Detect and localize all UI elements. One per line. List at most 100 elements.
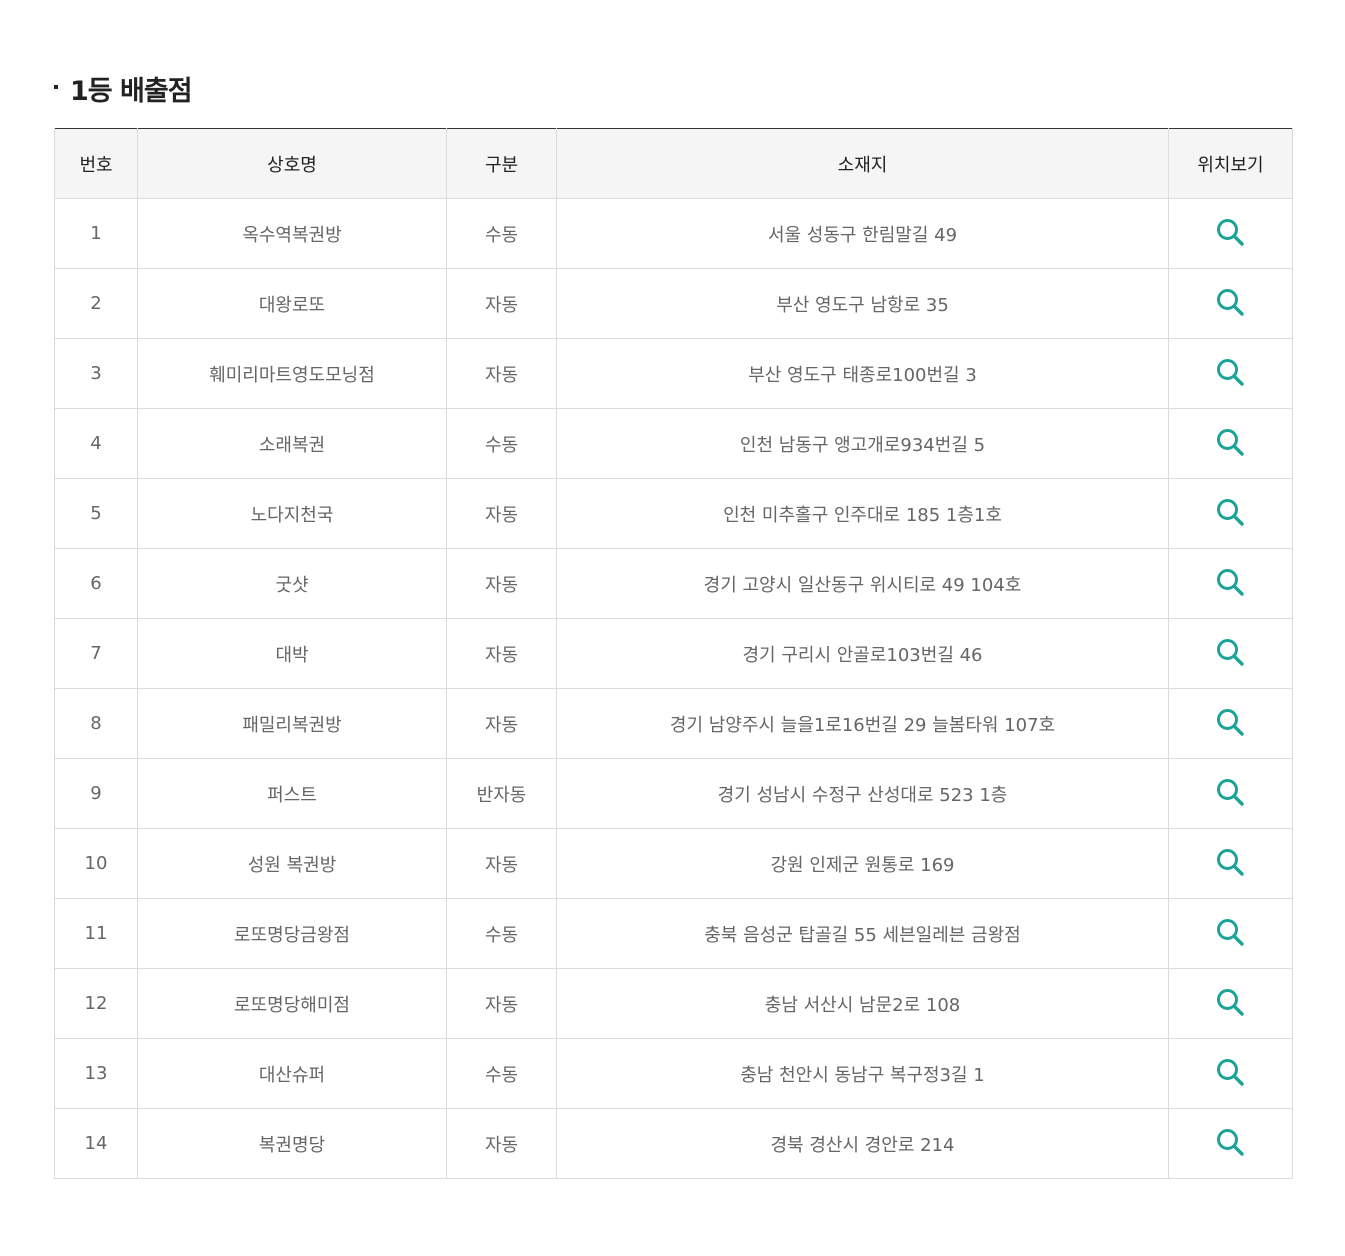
view-location-button[interactable] xyxy=(1213,1055,1247,1089)
cell-type: 자동 xyxy=(446,828,557,899)
cell-type: 자동 xyxy=(446,968,557,1039)
cell-store-name: 훼미리마트영도모닝점 xyxy=(137,338,447,409)
cell-address: 인천 남동구 앵고개로934번길 5 xyxy=(556,408,1169,479)
cell-location xyxy=(1168,898,1293,969)
cell-location xyxy=(1168,268,1293,339)
cell-location xyxy=(1168,618,1293,689)
header-address: 소재지 xyxy=(556,128,1169,199)
cell-location xyxy=(1168,198,1293,269)
search-icon xyxy=(1216,639,1244,666)
cell-number: 7 xyxy=(54,618,138,689)
cell-address: 경기 구리시 안골로103번길 46 xyxy=(556,618,1169,689)
view-location-button[interactable] xyxy=(1213,285,1247,319)
search-icon xyxy=(1216,289,1244,316)
table-header-row: 번호 상호명 구분 소재지 위치보기 xyxy=(54,128,1293,199)
table-row: 4 소래복권 수동 인천 남동구 앵고개로934번길 5 xyxy=(54,408,1293,479)
cell-location xyxy=(1168,1038,1293,1109)
table-row: 5 노다지천국 자동 인천 미추홀구 인주대로 185 1층1호 xyxy=(54,478,1293,549)
cell-store-name: 옥수역복권방 xyxy=(137,198,447,269)
view-location-button[interactable] xyxy=(1213,425,1247,459)
search-icon xyxy=(1216,429,1244,456)
table-row: 3 훼미리마트영도모닝점 자동 부산 영도구 태종로100번길 3 xyxy=(54,338,1293,409)
cell-number: 4 xyxy=(54,408,138,479)
cell-number: 13 xyxy=(54,1038,138,1109)
header-store-name: 상호명 xyxy=(137,128,447,199)
table-row: 7 대박 자동 경기 구리시 안골로103번길 46 xyxy=(54,618,1293,689)
search-icon xyxy=(1216,569,1244,596)
search-icon xyxy=(1216,499,1244,526)
cell-type: 수동 xyxy=(446,408,557,479)
search-icon xyxy=(1216,709,1244,736)
cell-number: 10 xyxy=(54,828,138,899)
cell-store-name: 노다지천국 xyxy=(137,478,447,549)
view-location-button[interactable] xyxy=(1213,355,1247,389)
search-icon xyxy=(1216,1129,1244,1156)
cell-type: 자동 xyxy=(446,618,557,689)
cell-store-name: 복권명당 xyxy=(137,1108,447,1179)
cell-type: 자동 xyxy=(446,268,557,339)
table-row: 2 대왕로또 자동 부산 영도구 남항로 35 xyxy=(54,268,1293,339)
view-location-button[interactable] xyxy=(1213,985,1247,1019)
table-row: 1 옥수역복권방 수동 서울 성동구 한림말길 49 xyxy=(54,198,1293,269)
view-location-button[interactable] xyxy=(1213,635,1247,669)
cell-number: 9 xyxy=(54,758,138,829)
cell-location xyxy=(1168,758,1293,829)
cell-type: 반자동 xyxy=(446,758,557,829)
search-icon xyxy=(1216,1059,1244,1086)
cell-number: 2 xyxy=(54,268,138,339)
search-icon xyxy=(1216,359,1244,386)
table-row: 11 로또명당금왕점 수동 충북 음성군 탑골길 55 세븐일레븐 금왕점 xyxy=(54,898,1293,969)
view-location-button[interactable] xyxy=(1213,705,1247,739)
view-location-button[interactable] xyxy=(1213,915,1247,949)
winning-stores-table: 번호 상호명 구분 소재지 위치보기 1 옥수역복권방 수동 서울 성동구 한림말길 … xyxy=(54,128,1293,1179)
cell-location xyxy=(1168,478,1293,549)
view-location-button[interactable] xyxy=(1213,495,1247,529)
table-row: 10 성원 복권방 자동 강원 인제군 원통로 169 xyxy=(54,828,1293,899)
bullet-icon xyxy=(54,85,58,89)
cell-number: 8 xyxy=(54,688,138,759)
cell-address: 부산 영도구 남항로 35 xyxy=(556,268,1169,339)
view-location-button[interactable] xyxy=(1213,565,1247,599)
cell-location xyxy=(1168,968,1293,1039)
cell-store-name: 로또명당금왕점 xyxy=(137,898,447,969)
cell-location xyxy=(1168,548,1293,619)
view-location-button[interactable] xyxy=(1213,845,1247,879)
cell-type: 자동 xyxy=(446,548,557,619)
table-row: 6 굿샷 자동 경기 고양시 일산동구 위시티로 49 104호 xyxy=(54,548,1293,619)
cell-store-name: 패밀리복권방 xyxy=(137,688,447,759)
search-icon xyxy=(1216,919,1244,946)
cell-number: 3 xyxy=(54,338,138,409)
cell-store-name: 대산슈퍼 xyxy=(137,1038,447,1109)
cell-address: 인천 미추홀구 인주대로 185 1층1호 xyxy=(556,478,1169,549)
cell-address: 충남 천안시 동남구 복구정3길 1 xyxy=(556,1038,1169,1109)
cell-address: 부산 영도구 태종로100번길 3 xyxy=(556,338,1169,409)
cell-address: 경북 경산시 경안로 214 xyxy=(556,1108,1169,1179)
table-row: 14 복권명당 자동 경북 경산시 경안로 214 xyxy=(54,1108,1293,1179)
cell-number: 12 xyxy=(54,968,138,1039)
cell-store-name: 성원 복권방 xyxy=(137,828,447,899)
table-row: 12 로또명당해미점 자동 충남 서산시 남문2로 108 xyxy=(54,968,1293,1039)
cell-location xyxy=(1168,408,1293,479)
view-location-button[interactable] xyxy=(1213,775,1247,809)
cell-number: 5 xyxy=(54,478,138,549)
header-type: 구분 xyxy=(446,128,557,199)
table-row: 9 퍼스트 반자동 경기 성남시 수정구 산성대로 523 1층 xyxy=(54,758,1293,829)
cell-type: 수동 xyxy=(446,898,557,969)
header-number: 번호 xyxy=(54,128,138,199)
view-location-button[interactable] xyxy=(1213,1125,1247,1159)
header-location: 위치보기 xyxy=(1168,128,1293,199)
cell-store-name: 소래복권 xyxy=(137,408,447,479)
section-header: 1등 배출점 xyxy=(54,68,193,108)
cell-type: 자동 xyxy=(446,338,557,409)
view-location-button[interactable] xyxy=(1213,215,1247,249)
cell-store-name: 로또명당해미점 xyxy=(137,968,447,1039)
cell-type: 자동 xyxy=(446,478,557,549)
cell-address: 충북 음성군 탑골길 55 세븐일레븐 금왕점 xyxy=(556,898,1169,969)
cell-type: 자동 xyxy=(446,688,557,759)
cell-type: 자동 xyxy=(446,1108,557,1179)
cell-location xyxy=(1168,828,1293,899)
cell-location xyxy=(1168,688,1293,759)
search-icon xyxy=(1216,779,1244,806)
search-icon xyxy=(1216,219,1244,246)
cell-store-name: 대박 xyxy=(137,618,447,689)
